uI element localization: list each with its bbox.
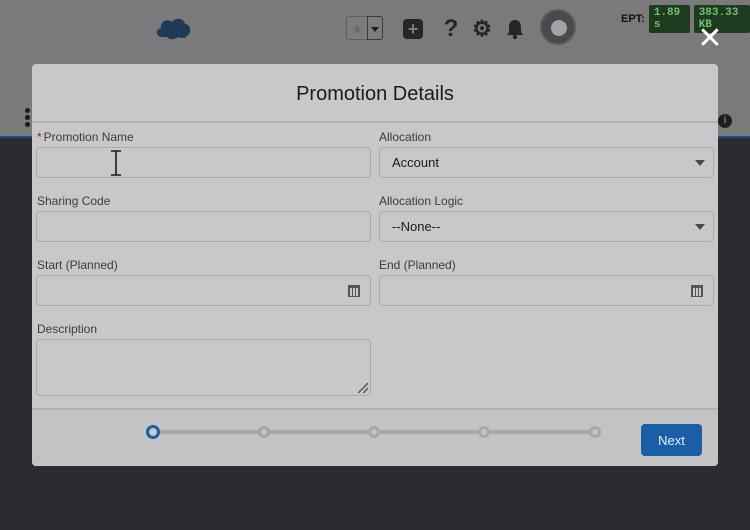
- progress-step-5: [589, 426, 601, 438]
- sharing-code-input[interactable]: [36, 211, 371, 242]
- help-icon[interactable]: ?: [439, 16, 463, 42]
- progress-step-3: [368, 426, 380, 438]
- info-icon[interactable]: i: [718, 114, 732, 128]
- progress-step-2: [258, 426, 270, 438]
- favorites-control[interactable]: ★: [346, 16, 386, 40]
- end-planned-label: End (Planned): [379, 258, 456, 272]
- resize-handle-icon[interactable]: [358, 383, 368, 393]
- start-planned-date-input[interactable]: [36, 275, 371, 306]
- app-launcher-icon[interactable]: [25, 108, 31, 130]
- ept-value: 1.89 s: [648, 5, 690, 33]
- modal-footer: Next: [32, 408, 718, 466]
- notifications-bell-icon[interactable]: [503, 16, 527, 42]
- progress-step-4: [478, 426, 490, 438]
- modal-title: Promotion Details: [296, 83, 454, 105]
- promotion-name-label: * Promotion Name: [37, 130, 134, 144]
- favorites-star-icon[interactable]: ★: [346, 16, 368, 40]
- allocation-logic-value: --None--: [392, 219, 441, 234]
- user-avatar[interactable]: [540, 9, 576, 45]
- description-textarea[interactable]: [36, 339, 371, 396]
- next-button[interactable]: Next: [641, 424, 702, 456]
- calendar-icon[interactable]: [691, 285, 703, 297]
- allocation-label: Allocation: [379, 130, 432, 144]
- allocation-logic-select[interactable]: --None--: [379, 211, 714, 242]
- allocation-value: Account: [392, 155, 439, 170]
- description-label: Description: [37, 322, 98, 336]
- promotion-details-modal: Promotion Details * Promotion Name Alloca…: [32, 64, 718, 466]
- required-marker: *: [37, 130, 42, 144]
- allocation-logic-label: Allocation Logic: [379, 194, 464, 208]
- favorites-dropdown-button[interactable]: [367, 16, 383, 40]
- progress-step-1: [146, 425, 160, 439]
- ept-indicator: EPT: 1.89 s 383.33 KB: [621, 5, 750, 33]
- salesforce-cloud-icon: [156, 18, 191, 40]
- modal-header: Promotion Details: [32, 64, 718, 123]
- chevron-down-icon: [695, 160, 705, 166]
- calendar-icon[interactable]: [348, 285, 360, 297]
- allocation-select[interactable]: Account: [379, 147, 714, 178]
- setup-gear-icon[interactable]: ⚙: [470, 16, 494, 42]
- promotion-name-input[interactable]: [36, 147, 371, 178]
- chevron-down-icon: [695, 224, 705, 230]
- start-planned-label: Start (Planned): [37, 258, 118, 272]
- ept-label: EPT:: [621, 13, 645, 25]
- close-icon[interactable]: ✕: [697, 24, 723, 54]
- text-cursor-icon: [111, 150, 121, 176]
- add-icon[interactable]: +: [401, 16, 425, 42]
- end-planned-date-input[interactable]: [379, 275, 714, 306]
- sharing-code-label: Sharing Code: [37, 194, 111, 208]
